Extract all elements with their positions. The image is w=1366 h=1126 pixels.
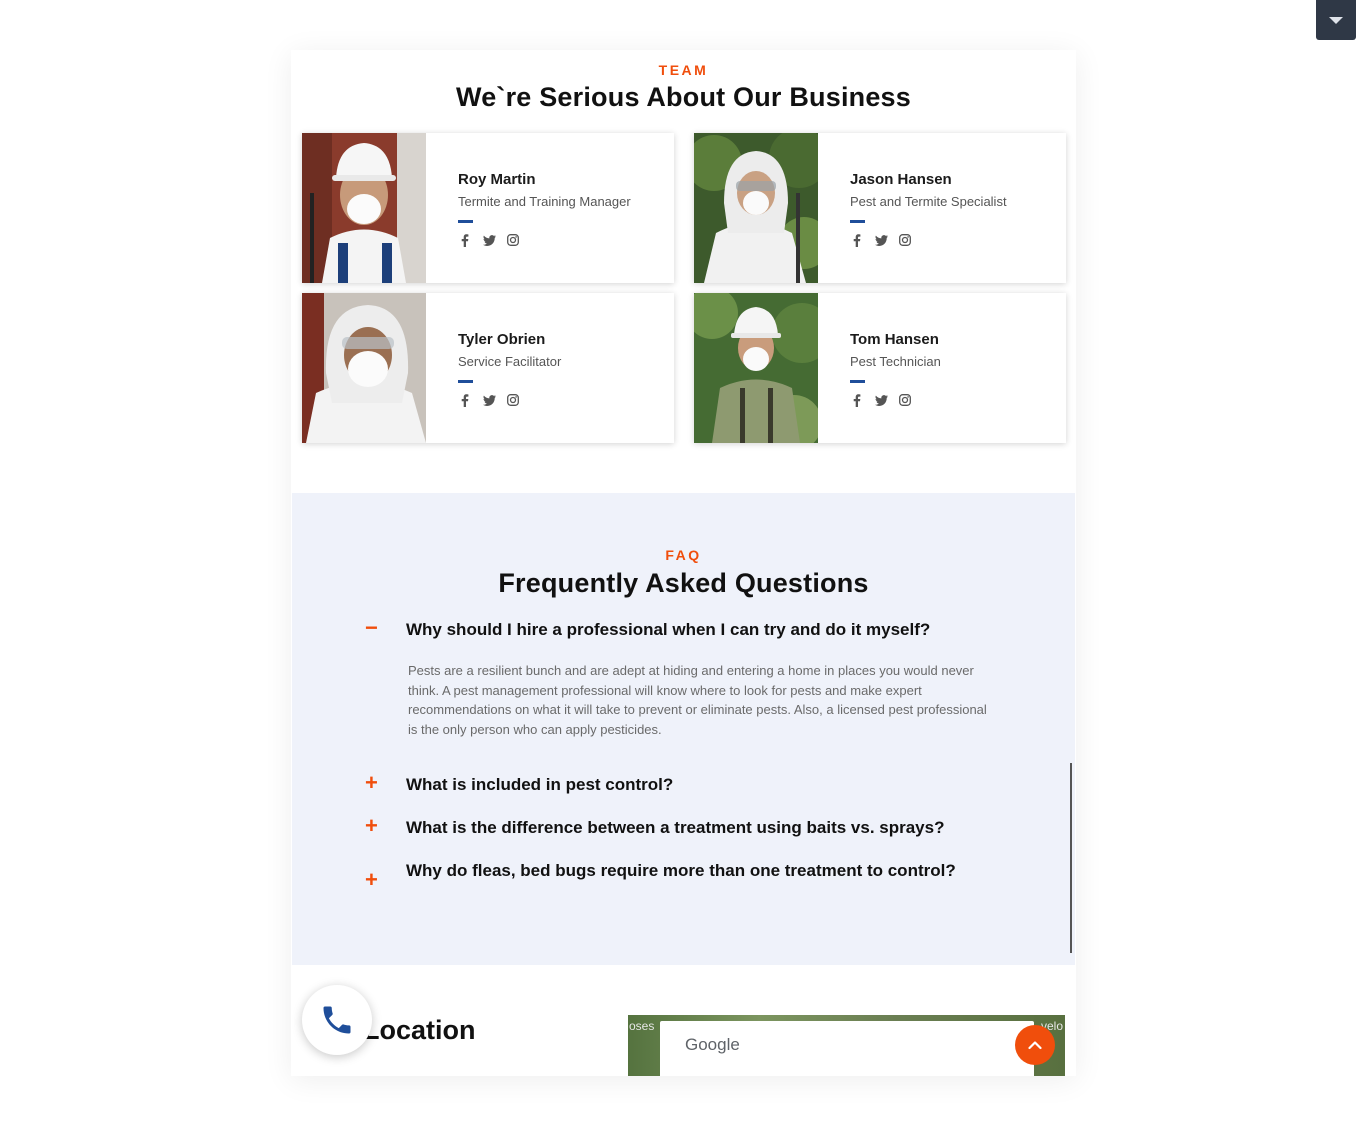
page: TEAM We`re Serious About Our Business Ro…: [0, 0, 1366, 1126]
social-links: [850, 393, 912, 407]
twitter-icon[interactable]: [482, 233, 496, 247]
content-frame: TEAM We`re Serious About Our Business Ro…: [291, 50, 1076, 1076]
plus-icon: +: [365, 867, 378, 892]
team-card-tyler-obrien: Tyler Obrien Service Facilitator: [302, 293, 674, 443]
instagram-icon[interactable]: [506, 233, 520, 247]
member-name: Tyler Obrien: [458, 331, 546, 348]
map-label: oses: [629, 1019, 655, 1033]
faq-question-text: What is the difference between a treatme…: [406, 818, 945, 837]
social-links: [458, 393, 520, 407]
facebook-icon[interactable]: [850, 233, 864, 247]
faq-question-text: Why do fleas, bed bugs require more than…: [406, 861, 956, 880]
faq-answer-1: Pests are a resilient bunch and are adep…: [408, 663, 987, 737]
back-to-top-button[interactable]: [1015, 1025, 1055, 1065]
member-photo: [694, 293, 818, 443]
team-card-roy-martin: Roy Martin Termite and Training Manager: [302, 133, 674, 283]
team-card-jason-hansen: Jason Hansen Pest and Termite Specialist: [694, 133, 1066, 283]
faq-question-text: Why should I hire a professional when I …: [406, 620, 931, 639]
team-eyebrow: TEAM: [658, 62, 709, 78]
minus-icon: −: [365, 615, 378, 640]
member-role: Service Facilitator: [458, 354, 562, 369]
faq-heading: Frequently Asked Questions: [498, 568, 869, 598]
instagram-icon[interactable]: [506, 393, 520, 407]
caret-down-icon: [1329, 16, 1343, 24]
faq-question-1[interactable]: − Why should I hire a professional when …: [365, 615, 986, 641]
map-panel: Google: [660, 1021, 1034, 1076]
team-heading: We`re Serious About Our Business: [456, 82, 911, 112]
plus-icon: +: [365, 770, 378, 795]
accent-bar: [458, 380, 473, 383]
team-card-tom-hansen: Tom Hansen Pest Technician: [694, 293, 1066, 443]
social-links: [458, 233, 520, 247]
faq-question-2[interactable]: + What is included in pest control?: [365, 770, 986, 796]
google-logo: Google: [685, 1035, 740, 1054]
location-title: Location: [363, 1015, 476, 1045]
twitter-icon[interactable]: [482, 393, 496, 407]
map-embed[interactable]: oses velo Google: [628, 1015, 1065, 1076]
member-role: Pest Technician: [850, 354, 941, 369]
phone-icon: [323, 1006, 351, 1034]
facebook-icon[interactable]: [850, 393, 864, 407]
social-links: [850, 233, 912, 247]
member-role: Pest and Termite Specialist: [850, 194, 1007, 209]
member-photo: [302, 293, 426, 443]
instagram-icon[interactable]: [898, 393, 912, 407]
scrollbar[interactable]: [1070, 763, 1072, 953]
dropdown-toggle-button[interactable]: [1316, 0, 1356, 40]
accent-bar: [458, 220, 473, 223]
member-name: Tom Hansen: [850, 331, 939, 348]
call-button[interactable]: [302, 985, 372, 1055]
faq-question-4[interactable]: + Why do fleas, bed bugs require more th…: [365, 859, 986, 892]
facebook-icon[interactable]: [458, 393, 472, 407]
member-name: Roy Martin: [458, 171, 536, 188]
chevron-up-icon: [1028, 1041, 1042, 1050]
faq-question-text: What is included in pest control?: [406, 775, 674, 794]
instagram-icon[interactable]: [898, 233, 912, 247]
faq-question-3[interactable]: + What is the difference between a treat…: [365, 813, 986, 839]
twitter-icon[interactable]: [874, 233, 888, 247]
twitter-icon[interactable]: [874, 393, 888, 407]
member-role: Termite and Training Manager: [458, 194, 631, 209]
faq-eyebrow: FAQ: [665, 547, 702, 563]
member-photo: [302, 133, 426, 283]
facebook-icon[interactable]: [458, 233, 472, 247]
accent-bar: [850, 220, 865, 223]
accent-bar: [850, 380, 865, 383]
member-name: Jason Hansen: [850, 171, 952, 188]
faq-section: FAQ Frequently Asked Questions − Why sho…: [292, 493, 1075, 965]
plus-icon: +: [365, 813, 378, 838]
member-photo: [694, 133, 818, 283]
